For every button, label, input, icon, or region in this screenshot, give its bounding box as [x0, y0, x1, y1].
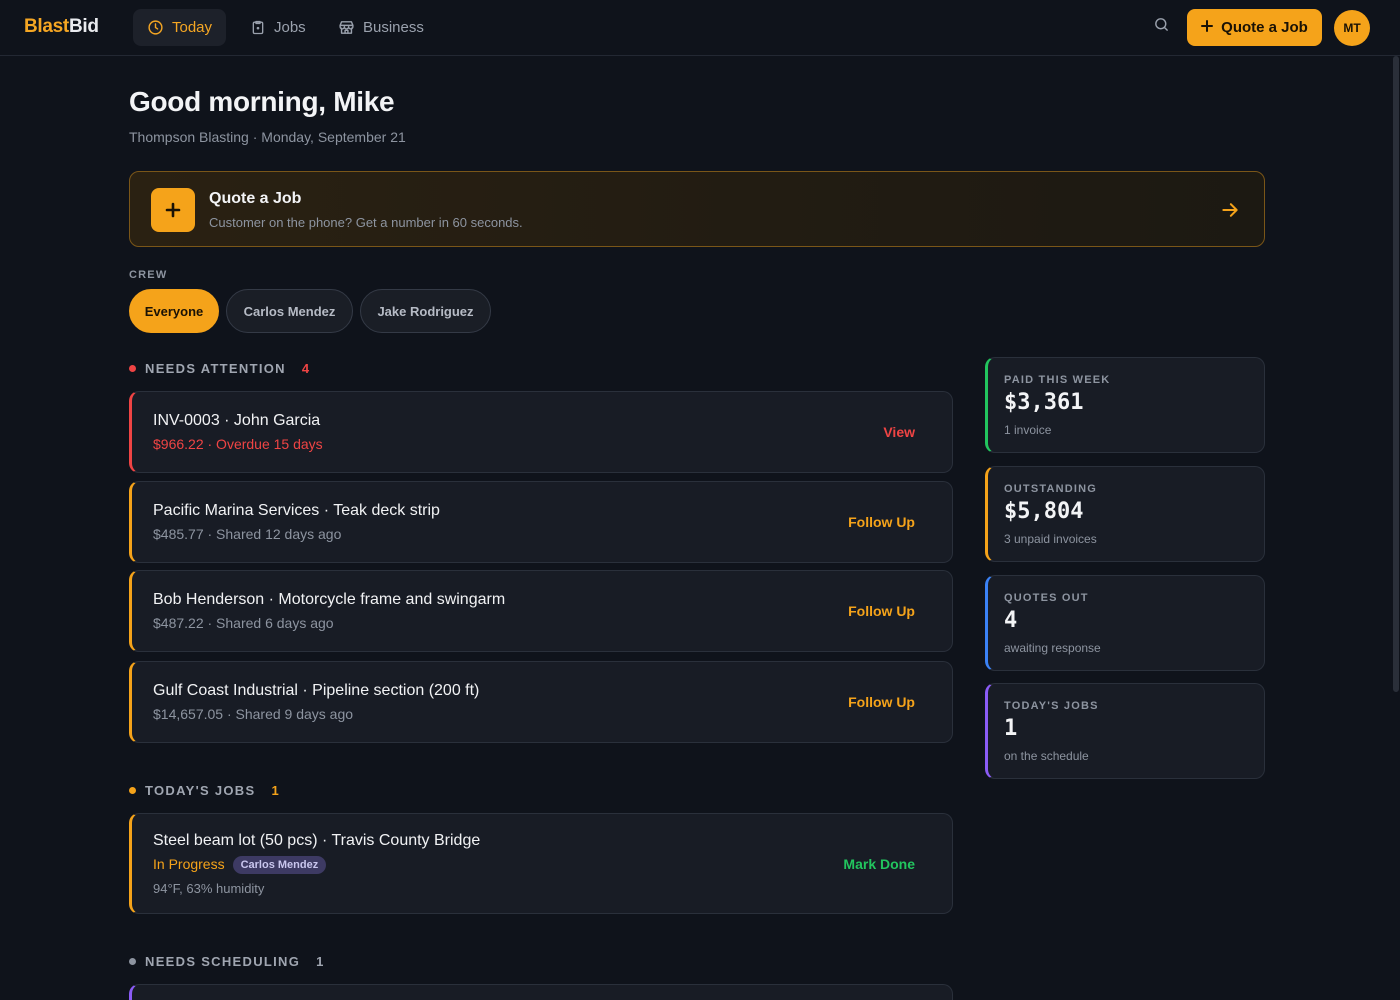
item-title: Bob Henderson · Motorcycle frame and swi…	[153, 591, 506, 608]
stat-card-outstanding: OUTSTANDING $5,804 3 unpaid invoices	[985, 466, 1265, 562]
stat-label: OUTSTANDING	[1004, 483, 1098, 495]
stat-label: PAID THIS WEEK	[1004, 374, 1111, 386]
stat-value: 1	[1004, 716, 1018, 741]
todays-jobs-header: TODAY'S JOBS 1	[129, 783, 279, 798]
stat-note: 3 unpaid invoices	[1004, 532, 1097, 546]
quote-card-title: Quote a Job	[209, 190, 302, 207]
page-scrollbar[interactable]	[1393, 56, 1399, 692]
list-item[interactable]: INV-0003 · John Garcia $966.22 · Overdue…	[129, 391, 953, 473]
brand-part-1: Blast	[24, 16, 69, 37]
item-title: Steel beam lot (50 pcs) · Travis County …	[153, 832, 481, 849]
status-dot	[129, 958, 136, 965]
avatar[interactable]: MT	[1334, 10, 1370, 46]
list-item[interactable]: Bob Henderson · Motorcycle frame and swi…	[129, 570, 953, 652]
page-subtitle: Thompson Blasting · Monday, September 21	[129, 129, 406, 145]
item-title: INV-0003 · John Garcia	[153, 412, 321, 429]
follow-up-button[interactable]: Follow Up	[848, 694, 915, 710]
stat-note: on the schedule	[1004, 749, 1089, 763]
section-count: 1	[316, 954, 324, 969]
needs-scheduling-header: NEEDS SCHEDULING 1	[129, 954, 323, 969]
view-button[interactable]: View	[883, 424, 915, 440]
crew-chip-carlos-mendez[interactable]: Carlos Mendez	[226, 289, 353, 333]
stat-note: 1 invoice	[1004, 423, 1052, 437]
item-title: Gulf Coast Industrial · Pipeline section…	[153, 682, 480, 699]
stat-label: TODAY'S JOBS	[1004, 700, 1099, 712]
item-subtitle: $966.22 · Overdue 15 days	[153, 436, 323, 452]
plus-icon	[1201, 19, 1214, 36]
quote-job-card[interactable]: Quote a Job Customer on the phone? Get a…	[129, 171, 1265, 247]
stat-value: 4	[1004, 608, 1018, 633]
follow-up-button[interactable]: Follow Up	[848, 603, 915, 619]
section-count: 4	[301, 361, 310, 376]
storefront-icon	[338, 19, 355, 36]
stat-card-todays-jobs: TODAY'S JOBS 1 on the schedule	[985, 683, 1265, 779]
brand-part-2: Bid	[68, 16, 99, 37]
crew-label: CREW	[129, 269, 168, 281]
search-button[interactable]	[1150, 16, 1172, 38]
status-dot	[129, 787, 136, 794]
item-subtitle: $485.77 · Shared 12 days ago	[153, 526, 342, 542]
top-bar: BlastBid Today Jobs Business Quote a Job…	[0, 0, 1400, 56]
tab-jobs[interactable]: Jobs	[236, 9, 320, 46]
section-label: NEEDS SCHEDULING	[145, 954, 301, 969]
brand-logo[interactable]: BlastBid	[24, 16, 99, 38]
item-title: Pacific Marina Services · Teak deck stri…	[153, 502, 440, 519]
job-card[interactable]: Steel beam lot (50 pcs) · Travis County …	[129, 813, 953, 914]
job-status-row: In Progress Carlos Mendez	[153, 856, 327, 874]
arrow-right-icon	[1220, 200, 1240, 225]
item-subtitle: $14,657.05 · Shared 9 days ago	[153, 706, 354, 722]
plus-icon	[151, 188, 195, 232]
quote-job-button-label: Quote a Job	[1221, 19, 1308, 36]
stat-label: QUOTES OUT	[1004, 592, 1089, 604]
needs-attention-header: NEEDS ATTENTION 4	[129, 361, 309, 376]
section-count: 1	[271, 783, 279, 798]
list-item[interactable]: Pacific Marina Services · Teak deck stri…	[129, 481, 953, 563]
status-dot	[129, 365, 136, 372]
tab-today[interactable]: Today	[133, 9, 227, 46]
mark-done-button[interactable]: Mark Done	[843, 856, 915, 872]
crew-chip-jake-rodriguez[interactable]: Jake Rodriguez	[360, 289, 491, 333]
stat-card-paid-this-week: PAID THIS WEEK $3,361 1 invoice	[985, 357, 1265, 453]
follow-up-button[interactable]: Follow Up	[848, 514, 915, 530]
quote-job-button[interactable]: Quote a Job	[1187, 9, 1322, 46]
tab-jobs-label: Jobs	[274, 19, 306, 36]
stat-value: $3,361	[1004, 390, 1084, 415]
section-label: NEEDS ATTENTION	[145, 361, 286, 376]
list-item[interactable]: Gulf Coast Industrial · Pipeline section…	[129, 661, 953, 743]
tab-today-label: Today	[172, 19, 213, 36]
list-item[interactable]	[129, 984, 953, 1000]
clock-icon	[147, 19, 164, 36]
status-text: In Progress	[153, 856, 225, 872]
tab-business-label: Business	[363, 19, 424, 36]
crew-chip-everyone[interactable]: Everyone	[129, 289, 219, 333]
section-label: TODAY'S JOBS	[145, 783, 256, 798]
tab-business[interactable]: Business	[324, 9, 438, 46]
item-subtitle: $487.22 · Shared 6 days ago	[153, 615, 334, 631]
crew-badge: Carlos Mendez	[232, 856, 327, 874]
page-title: Good morning, Mike	[129, 86, 395, 117]
search-icon	[1153, 16, 1170, 38]
stat-card-quotes-out: QUOTES OUT 4 awaiting response	[985, 575, 1265, 671]
weather-text: 94°F, 63% humidity	[153, 881, 265, 896]
clipboard-icon	[250, 19, 266, 36]
stat-note: awaiting response	[1004, 641, 1101, 655]
stat-value: $5,804	[1004, 499, 1084, 524]
quote-card-subtitle: Customer on the phone? Get a number in 6…	[209, 215, 523, 230]
